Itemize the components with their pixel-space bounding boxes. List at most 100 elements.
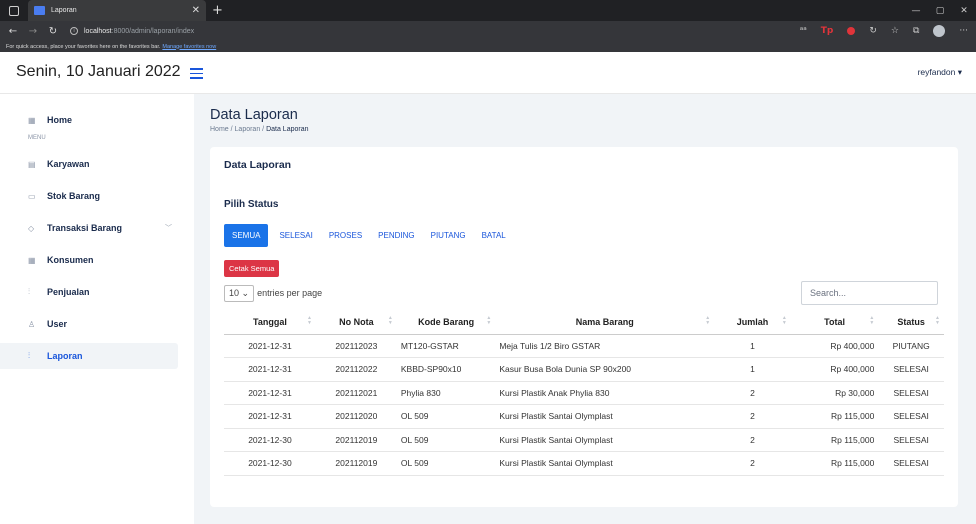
user-dropdown[interactable]: reyfandon ▾: [918, 67, 962, 78]
cell-no-nota: 202112022: [315, 357, 397, 382]
column-header-tanggal[interactable]: Tanggal ▲ ▼: [224, 310, 316, 335]
sidebar-item-home[interactable]: ▦ Home: [0, 107, 178, 133]
entries-control: 10 ⌄ entries per page: [224, 284, 323, 302]
breadcrumb: Home / Laporan / Data Laporan: [210, 126, 309, 133]
cell-total: Rp 115,000: [790, 404, 879, 429]
table-tools: 10 ⌄ entries per page Search...: [224, 281, 944, 305]
table-row: 2021-12-31 202112022 KBBD-SP90x10 Kasur Bus…: [224, 357, 944, 382]
sort-icon: ▲ ▼: [781, 315, 787, 326]
list-icon: ▭: [28, 191, 36, 201]
forward-icon[interactable]: →: [26, 26, 40, 37]
back-icon[interactable]: ←: [6, 26, 20, 37]
column-header-jumlah[interactable]: Jumlah ▲ ▼: [714, 310, 791, 335]
sidebar-item-label: Home: [47, 115, 73, 125]
sidebar-item-penjualan[interactable]: ⫶ Penjualan: [0, 279, 178, 305]
sidebar-item-transaksi-barang[interactable]: ◇ Transaksi Barang ﹀: [0, 215, 178, 241]
extension-icon[interactable]: Tp: [821, 26, 834, 36]
sidebar-item-karyawan[interactable]: ▤ Karyawan: [0, 151, 178, 177]
main-content: Data Laporan Home / Laporan / Data Lapor…: [194, 94, 976, 524]
sidebar-item-label: Transaksi Barang: [47, 223, 123, 233]
breadcrumb-laporan[interactable]: Laporan: [235, 126, 261, 133]
cell-kode-barang: MT120-GSTAR: [396, 334, 496, 358]
column-header-total[interactable]: Total ▲ ▼: [790, 310, 879, 335]
tab-batal[interactable]: BATAL: [475, 225, 513, 246]
favorites-hint: For quick access, place your favorites h…: [6, 43, 161, 50]
tab-proses[interactable]: PROSES: [322, 225, 369, 246]
sidebar-item-laporan[interactable]: ⫶ Laporan: [0, 343, 178, 369]
table-row: 2021-12-31 202112020 OL 509 Kursi Plastik S…: [224, 404, 944, 429]
entries-select[interactable]: 10 ⌄: [224, 284, 255, 302]
status-section-title: Pilih Status: [224, 199, 279, 210]
sort-icon: ▲ ▼: [869, 315, 875, 326]
close-window-icon[interactable]: ✕: [952, 6, 976, 16]
favorites-icon[interactable]: ☆: [891, 26, 899, 36]
entries-label: entries per page: [257, 288, 323, 298]
tab-actions-icon[interactable]: [9, 5, 19, 16]
app-header: Senin, 10 Januari 2022 reyfandon ▾: [0, 52, 976, 94]
restore-icon[interactable]: ▢: [928, 6, 952, 16]
search-input[interactable]: Search...: [801, 281, 938, 305]
cell-tanggal: 2021-12-31: [224, 381, 316, 405]
cell-jumlah: 2: [714, 381, 791, 405]
column-header-label: Nama Barang: [575, 316, 634, 327]
close-tab-icon[interactable]: ✕: [192, 5, 200, 16]
sidebar-item-label: Stok Barang: [47, 191, 101, 201]
tab-semua[interactable]: SEMUA: [224, 224, 269, 247]
site-info-icon[interactable]: i: [70, 27, 78, 35]
table-icon: ▦: [28, 255, 36, 265]
card-title: Data Laporan: [224, 159, 292, 171]
cell-nama-barang: Kursi Plastik Santai Olymplast: [495, 451, 715, 476]
user-icon: ♙: [28, 319, 36, 329]
tab-pending[interactable]: PENDING: [371, 225, 421, 246]
cell-jumlah: 2: [714, 404, 791, 429]
profile-avatar[interactable]: [933, 25, 946, 37]
document-icon: ▤: [28, 159, 36, 169]
browser-tab[interactable]: Laporan ✕: [28, 0, 206, 21]
sort-icon: ▲ ▼: [705, 315, 711, 326]
sort-icon: ▲ ▼: [486, 315, 492, 326]
url-field[interactable]: i localhost:8000/admin/laporan/index: [70, 27, 194, 35]
tab-piutang[interactable]: PIUTANG: [424, 225, 473, 246]
hamburger-menu-icon[interactable]: [190, 65, 204, 82]
favicon-icon: [34, 6, 45, 15]
cell-status: SELESAI: [878, 404, 944, 429]
collections-icon[interactable]: ⧉: [913, 26, 919, 36]
cell-status: SELESAI: [878, 451, 944, 476]
cell-kode-barang: OL 509: [396, 428, 496, 452]
sidebar-item-stok-barang[interactable]: ▭ Stok Barang: [0, 183, 178, 209]
cell-tanggal: 2021-12-30: [224, 451, 316, 476]
cell-status: PIUTANG: [878, 334, 944, 358]
breadcrumb-home[interactable]: Home: [210, 126, 229, 133]
sidebar-item-label: User: [47, 319, 68, 329]
sidebar-item-label: Laporan: [47, 351, 83, 361]
tab-selesai[interactable]: SELESAI: [272, 225, 319, 246]
sidebar: ▦ Home MENU ▤ Karyawan ▭ Stok Barang ◇ T…: [0, 94, 194, 524]
sidebar-item-user[interactable]: ♙ User: [0, 311, 178, 337]
favorites-bar: For quick access, place your favorites h…: [0, 41, 976, 52]
sidebar-item-konsumen[interactable]: ▦ Konsumen: [0, 247, 178, 273]
cell-status: SELESAI: [878, 357, 944, 382]
refresh-extension-icon[interactable]: ↻: [869, 26, 877, 36]
print-all-button[interactable]: Cetak Semua: [224, 260, 280, 277]
cell-tanggal: 2021-12-31: [224, 357, 316, 382]
cell-total: Rp 400,000: [790, 334, 879, 358]
refresh-icon[interactable]: ↻: [46, 26, 60, 37]
page-title: Data Laporan: [210, 107, 298, 123]
column-header-no-nota[interactable]: No Nota ▲ ▼: [315, 310, 397, 335]
more-icon[interactable]: ···: [959, 26, 968, 36]
new-tab-icon[interactable]: +: [212, 3, 223, 18]
read-aloud-icon[interactable]: ᵃᵃ: [800, 26, 807, 36]
record-extension-icon[interactable]: [847, 27, 856, 35]
cell-total: Rp 115,000: [790, 451, 879, 476]
cell-total: Rp 30,000: [790, 381, 879, 405]
minimize-icon[interactable]: —: [904, 6, 928, 16]
manage-favorites-link[interactable]: Manage favorites now: [162, 44, 216, 50]
cell-no-nota: 202112021: [315, 381, 397, 405]
column-header-status[interactable]: Status ▲ ▼: [878, 310, 944, 335]
column-header-nama-barang[interactable]: Nama Barang ▲ ▼: [495, 310, 715, 335]
url-path: :8000/admin/laporan/index: [111, 27, 195, 35]
column-header-kode-barang[interactable]: Kode Barang ▲ ▼: [396, 310, 496, 335]
cell-nama-barang: Kursi Plastik Santai Olymplast: [495, 428, 715, 452]
table-body: 2021-12-31 202112023 MT120-GSTAR Meja Tulis…: [224, 334, 944, 476]
sort-icon: ▲ ▼: [387, 315, 393, 326]
